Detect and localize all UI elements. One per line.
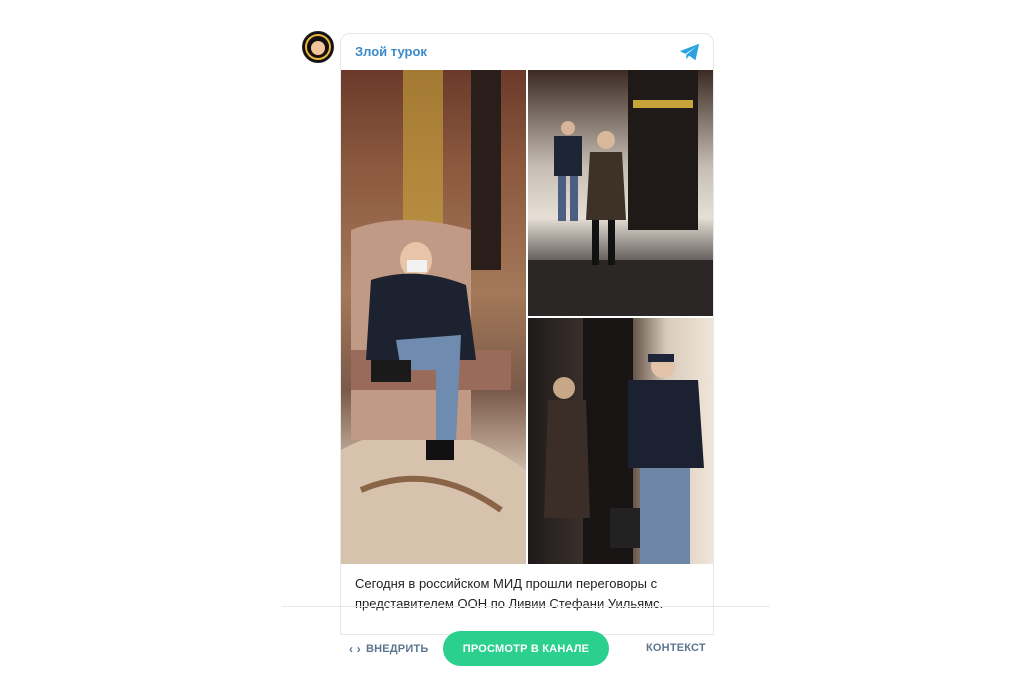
- post-card: Злой турок Сегодня в российском МИД прош…: [340, 33, 714, 635]
- embed-button[interactable]: ‹ › ВНЕДРИТЬ: [349, 642, 428, 656]
- photo-couple-with-bags-art: [544, 318, 704, 564]
- photo-man-in-armchair-art: [341, 70, 526, 564]
- post-caption: Сегодня в российском МИД прошли перегово…: [355, 574, 705, 614]
- photo-man-in-armchair[interactable]: [341, 70, 526, 564]
- photo-grid: [341, 70, 713, 564]
- footer-divider: [282, 606, 770, 607]
- avatar-face: [311, 41, 325, 55]
- view-in-channel-button[interactable]: ПРОСМОТР В КАНАЛЕ: [443, 631, 609, 666]
- photo-couple-with-bags[interactable]: [528, 318, 713, 564]
- code-icon: ‹ ›: [349, 642, 361, 656]
- channel-name[interactable]: Злой турок: [355, 44, 427, 59]
- photo-couple-walking-art: [528, 70, 713, 316]
- post-header: Злой турок: [341, 34, 713, 70]
- photo-couple-walking[interactable]: [528, 70, 713, 316]
- context-button[interactable]: КОНТЕКСТ: [646, 642, 706, 654]
- channel-avatar[interactable]: [302, 31, 334, 63]
- telegram-icon[interactable]: [679, 42, 701, 62]
- embed-label: ВНЕДРИТЬ: [365, 643, 429, 655]
- caption-line: представителем ООН по Ливии Стефани Уиль…: [355, 596, 664, 611]
- caption-line: Сегодня в российском МИД прошли перегово…: [355, 576, 658, 591]
